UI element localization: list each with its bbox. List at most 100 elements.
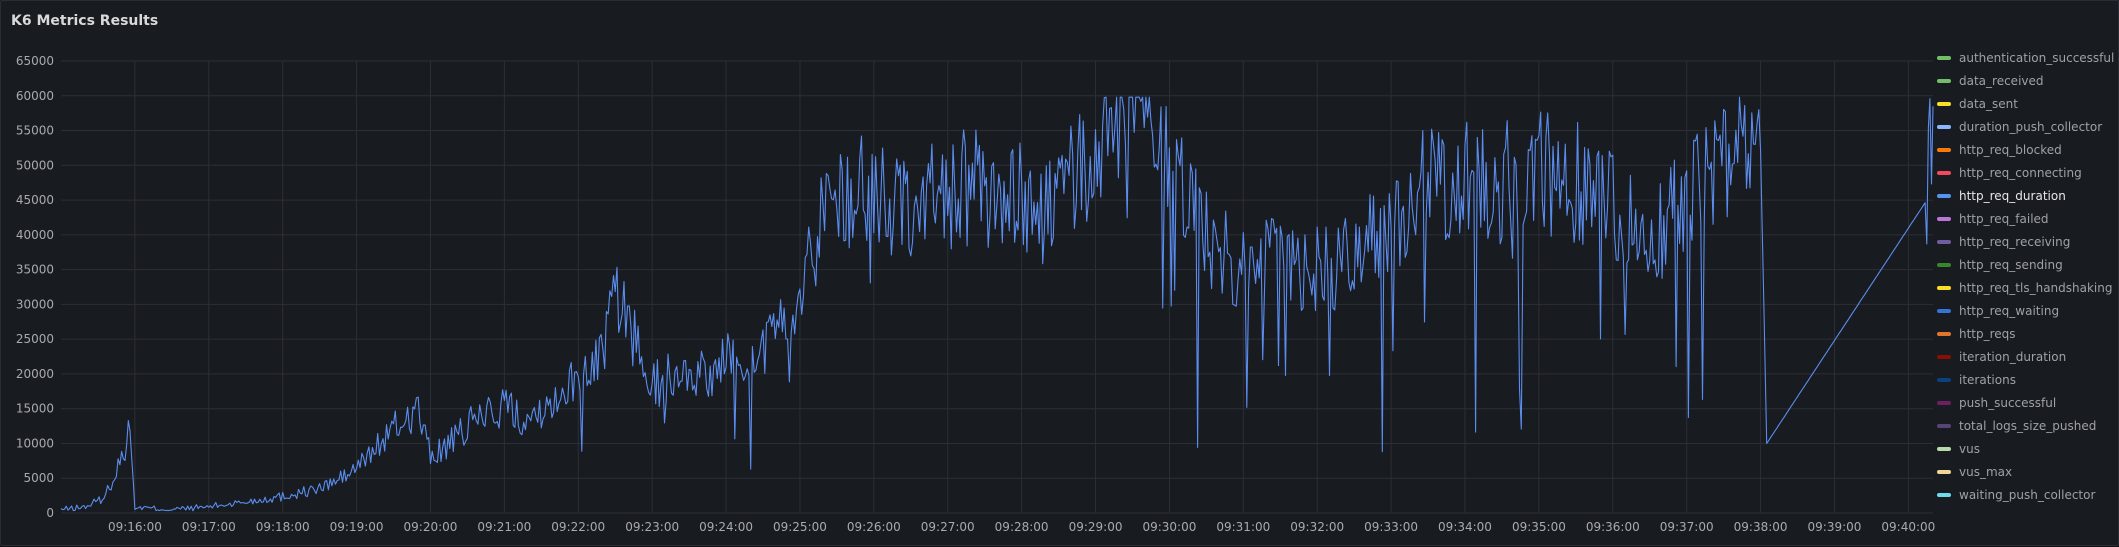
y-tick-label: 25000 [16,332,54,346]
legend-item[interactable]: total_logs_size_pushed [1937,414,2119,437]
x-tick-label: 09:34:00 [1438,520,1492,534]
legend-label: http_req_waiting [1959,303,2060,318]
legend-label: http_req_sending [1959,257,2063,272]
legend-item[interactable]: data_sent [1937,92,2119,115]
legend-color-swatch [1937,331,1951,336]
legend-color-swatch [1937,170,1951,175]
legend-color-swatch [1937,239,1951,244]
x-tick-label: 09:21:00 [477,520,531,534]
legend-label: data_sent [1959,96,2018,111]
legend-label: waiting_push_collector [1959,487,2096,502]
time-series-chart[interactable]: 0 5000 10000 15000 20000 25000 30000 35000 40000… [1,1,1936,547]
legend-item[interactable]: http_req_blocked [1937,138,2119,161]
y-tick-label: 50000 [16,158,54,172]
x-tick-label: 09:23:00 [625,520,679,534]
legend-color-swatch [1937,492,1951,497]
x-tick-label: 09:30:00 [1142,520,1196,534]
legend-item[interactable]: http_req_receiving [1937,230,2119,253]
legend-item[interactable]: http_req_failed [1937,207,2119,230]
x-tick-label: 09:33:00 [1364,520,1418,534]
legend-color-swatch [1937,423,1951,428]
legend-color-swatch [1937,354,1951,359]
legend-label: data_received [1959,73,2044,88]
legend-color-swatch [1937,124,1951,129]
y-tick-label: 60000 [16,89,54,103]
x-tick-label: 09:24:00 [699,520,753,534]
legend-label: iterations [1959,372,2016,387]
y-tick-label: 20000 [16,367,54,381]
legend-label: http_req_tls_handshaking [1959,280,2113,295]
x-tick-label: 09:22:00 [551,520,605,534]
x-tick-label: 09:32:00 [1290,520,1344,534]
legend-color-swatch [1937,193,1951,198]
y-tick-label: 55000 [16,124,54,138]
x-tick-label: 09:16:00 [108,520,162,534]
legend-color-swatch [1937,262,1951,267]
x-tick-label: 09:40:00 [1881,520,1935,534]
chart-panel: K6 Metrics Results 0 5000 10000 15000 20000 2… [0,0,2119,546]
legend-item[interactable]: http_req_waiting [1937,299,2119,322]
legend-item[interactable]: vus [1937,437,2119,460]
legend-color-swatch [1937,216,1951,221]
y-tick-label: 15000 [16,402,54,416]
x-tick-label: 09:18:00 [256,520,310,534]
x-tick-label: 09:38:00 [1734,520,1788,534]
legend-item[interactable]: authentication_successful [1937,46,2119,69]
x-tick-label: 09:29:00 [1069,520,1123,534]
legend-label: http_req_connecting [1959,165,2082,180]
y-tick-label: 30000 [16,297,54,311]
legend-item[interactable]: iterations [1937,368,2119,391]
legend-item[interactable]: duration_push_collector [1937,115,2119,138]
legend-item[interactable]: waiting_push_collector [1937,483,2119,506]
legend-item[interactable]: http_reqs [1937,322,2119,345]
legend-item[interactable]: http_req_sending [1937,253,2119,276]
y-tick-label: 45000 [16,193,54,207]
y-tick-label: 10000 [16,436,54,450]
legend-label: http_req_blocked [1959,142,2062,157]
y-tick-label: 40000 [16,228,54,242]
x-tick-label: 09:37:00 [1660,520,1714,534]
x-tick-label: 09:39:00 [1808,520,1862,534]
legend-color-swatch [1937,400,1951,405]
legend-color-swatch [1937,78,1951,83]
legend-item[interactable]: http_req_duration [1937,184,2119,207]
legend-item[interactable]: data_received [1937,69,2119,92]
legend-color-swatch [1937,285,1951,290]
legend-label: http_req_receiving [1959,234,2071,249]
legend-color-swatch [1937,147,1951,152]
x-tick-label: 09:17:00 [182,520,236,534]
legend-label: push_successful [1959,395,2057,410]
y-tick-label: 0 [46,506,54,520]
legend-label: http_req_duration [1959,188,2066,203]
legend-item[interactable]: iteration_duration [1937,345,2119,368]
legend-item[interactable]: http_req_connecting [1937,161,2119,184]
x-tick-label: 09:25:00 [773,520,827,534]
legend-item[interactable]: vus_max [1937,460,2119,483]
legend-item[interactable]: push_successful [1937,391,2119,414]
legend-label: authentication_successful [1959,50,2115,65]
x-tick-label: 09:35:00 [1512,520,1566,534]
legend-label: http_reqs [1959,326,2016,341]
legend-label: http_req_failed [1959,211,2049,226]
x-tick-label: 09:26:00 [847,520,901,534]
legend-label: iteration_duration [1959,349,2067,364]
legend: authentication_successful data_receivedda… [1937,46,2119,506]
x-tick-label: 09:19:00 [330,520,384,534]
legend-label: total_logs_size_pushed [1959,418,2097,433]
legend-color-swatch [1937,101,1951,106]
legend-label: vus [1959,441,1980,456]
y-tick-label: 65000 [16,54,54,68]
x-tick-label: 09:28:00 [995,520,1049,534]
x-tick-label: 09:20:00 [404,520,458,534]
y-tick-label: 35000 [16,263,54,277]
legend-color-swatch [1937,308,1951,313]
legend-label: duration_push_collector [1959,119,2103,134]
x-tick-label: 09:31:00 [1216,520,1270,534]
x-tick-label: 09:27:00 [921,520,975,534]
legend-item[interactable]: http_req_tls_handshaking [1937,276,2119,299]
legend-color-swatch [1937,377,1951,382]
x-tick-label: 09:36:00 [1586,520,1640,534]
legend-color-swatch [1937,55,1951,60]
legend-color-swatch [1937,469,1951,474]
legend-label: vus_max [1959,464,2013,479]
